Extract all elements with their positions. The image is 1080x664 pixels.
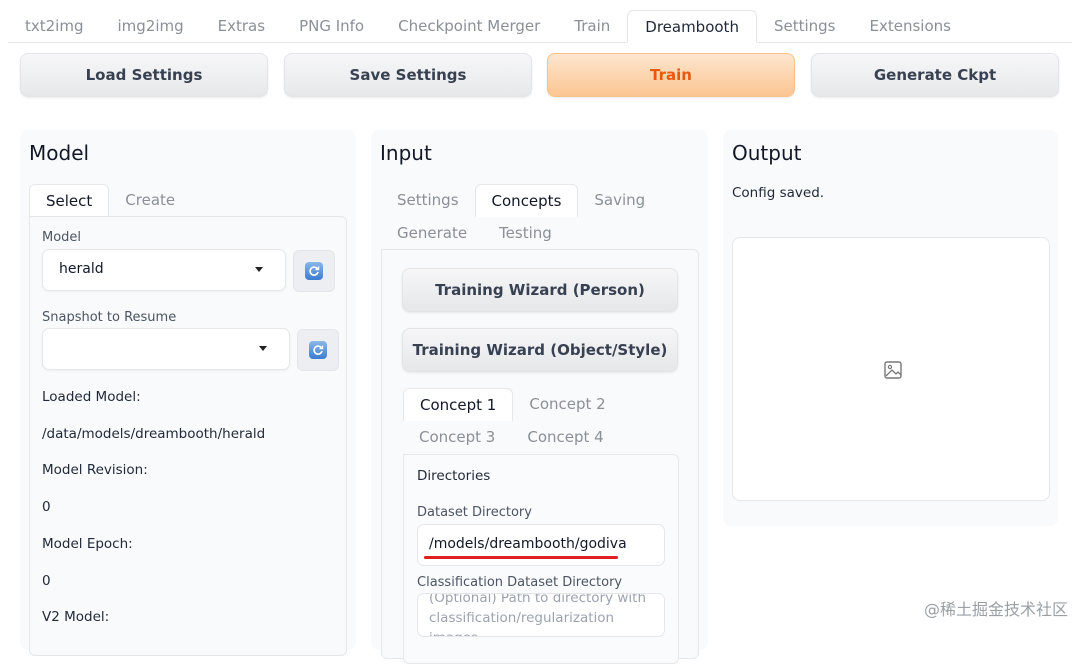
model-label: Model: [42, 230, 81, 245]
save-settings-button[interactable]: Save Settings: [284, 53, 532, 97]
tab-dreambooth[interactable]: Dreambooth: [627, 10, 757, 43]
generate-ckpt-button[interactable]: Generate Ckpt: [811, 53, 1059, 97]
tab-input-settings[interactable]: Settings: [381, 184, 475, 217]
tab-checkpoint-merger[interactable]: Checkpoint Merger: [381, 10, 557, 43]
model-select-box: Model herald Snapshot to Resume Loaded M…: [29, 216, 347, 656]
training-wizard-person-button[interactable]: Training Wizard (Person): [402, 268, 678, 312]
classification-directory-input[interactable]: (Optional) Path to directory with classi…: [417, 593, 665, 637]
model-panel-title: Model: [29, 141, 89, 165]
v2-model-label: V2 Model:: [42, 609, 109, 625]
input-panel-title: Input: [380, 141, 432, 165]
classification-directory-placeholder: (Optional) Path to directory with classi…: [429, 593, 657, 637]
refresh-snapshots-button[interactable]: [297, 329, 339, 371]
chevron-down-icon: [259, 346, 267, 351]
dataset-directory-label: Dataset Directory: [417, 505, 532, 520]
input-panel: Input Settings Concepts Saving Generate …: [371, 130, 708, 650]
tab-extensions[interactable]: Extensions: [852, 10, 967, 43]
refresh-icon: [309, 341, 327, 359]
snapshot-label: Snapshot to Resume: [42, 310, 176, 325]
concept-tabs-row2: Concept 3 Concept 4: [403, 421, 693, 454]
tab-concept-1[interactable]: Concept 1: [403, 388, 513, 421]
model-subtabs: Select Create: [29, 184, 191, 217]
training-wizard-object-button[interactable]: Training Wizard (Object/Style): [402, 328, 678, 372]
chevron-down-icon: [255, 267, 263, 272]
refresh-icon: [305, 262, 323, 280]
tab-select[interactable]: Select: [29, 184, 109, 217]
tab-train[interactable]: Train: [557, 10, 627, 43]
model-panel: Model Select Create Model herald Snapsho…: [20, 130, 356, 650]
model-epoch-label: Model Epoch:: [42, 536, 133, 552]
dataset-directory-value: /models/dreambooth/godiva: [429, 536, 627, 552]
classification-directory-label: Classification Dataset Directory: [417, 575, 622, 590]
model-dropdown[interactable]: herald: [42, 249, 286, 291]
tab-concept-2[interactable]: Concept 2: [513, 388, 621, 421]
model-revision-value: 0: [42, 499, 51, 515]
tab-concept-4[interactable]: Concept 4: [511, 421, 619, 454]
action-button-row: Load Settings Save Settings Train Genera…: [20, 53, 1060, 97]
model-dropdown-value: herald: [59, 261, 104, 277]
refresh-models-button[interactable]: [293, 250, 335, 292]
loaded-model-value: /data/models/dreambooth/herald: [42, 426, 265, 442]
red-underline-annotation: [424, 556, 618, 559]
concept-tabs-row1: Concept 1 Concept 2: [403, 388, 693, 421]
tab-create[interactable]: Create: [109, 184, 191, 217]
model-revision-label: Model Revision:: [42, 462, 148, 478]
watermark: @稀土掘金技术社区: [924, 596, 1068, 620]
output-image-area[interactable]: [732, 237, 1050, 501]
input-subtabs-row1: Settings Concepts Saving: [381, 184, 701, 217]
tab-concept-3[interactable]: Concept 3: [403, 421, 511, 454]
train-button[interactable]: Train: [547, 53, 795, 97]
output-panel: Output Config saved.: [723, 130, 1058, 526]
tab-settings[interactable]: Settings: [757, 10, 853, 43]
main-tab-bar: txt2img img2img Extras PNG Info Checkpoi…: [8, 10, 1072, 43]
concepts-box: Training Wizard (Person) Training Wizard…: [381, 249, 699, 659]
tab-saving[interactable]: Saving: [578, 184, 661, 217]
dataset-directory-input[interactable]: /models/dreambooth/godiva: [417, 524, 665, 566]
load-settings-button[interactable]: Load Settings: [20, 53, 268, 97]
tab-img2img[interactable]: img2img: [100, 10, 200, 43]
concept-1-box: Directories Dataset Directory /models/dr…: [403, 454, 679, 664]
image-icon: [883, 360, 903, 380]
input-subtabs-row2: Generate Testing: [381, 217, 701, 250]
model-epoch-value: 0: [42, 573, 51, 589]
tab-generate[interactable]: Generate: [381, 217, 483, 250]
tab-txt2img[interactable]: txt2img: [8, 10, 100, 43]
tab-concepts[interactable]: Concepts: [475, 184, 579, 217]
output-status-text: Config saved.: [732, 185, 824, 201]
tab-testing[interactable]: Testing: [483, 217, 568, 250]
directories-title: Directories: [417, 468, 490, 484]
snapshot-dropdown[interactable]: [42, 328, 290, 370]
tab-extras[interactable]: Extras: [201, 10, 282, 43]
loaded-model-label: Loaded Model:: [42, 389, 141, 405]
tab-png-info[interactable]: PNG Info: [282, 10, 381, 43]
output-panel-title: Output: [732, 141, 801, 165]
